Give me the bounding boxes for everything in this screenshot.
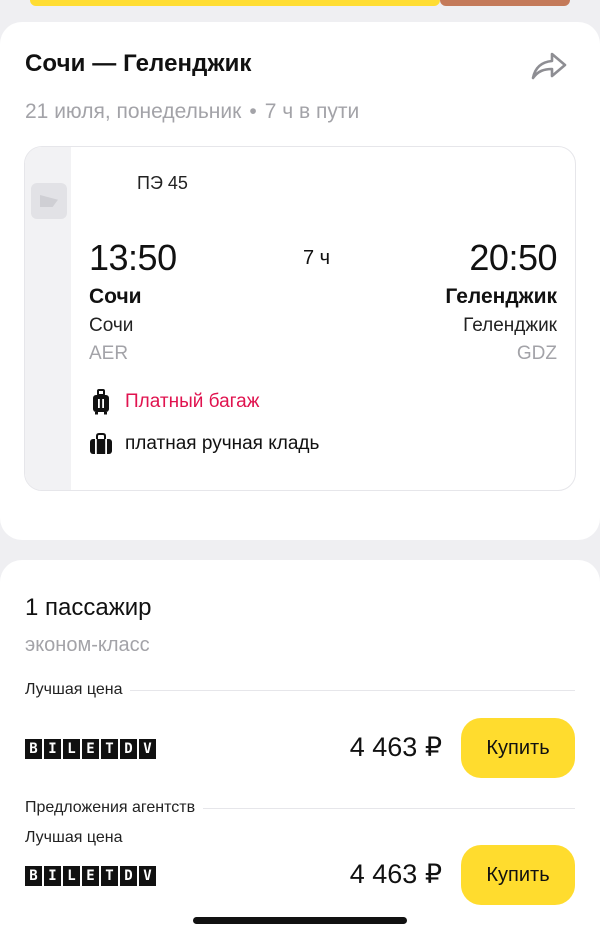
buy-button[interactable]: Купить (461, 845, 575, 905)
arrival-city: Геленджик (445, 285, 557, 308)
route-travel-time: 7 ч в пути (264, 100, 360, 123)
departure-city: Сочи (89, 285, 142, 308)
route-card: Сочи — Геленджик 21 июля, понедельник • 7 … (0, 22, 600, 540)
route-title: Сочи — Геленджик (25, 50, 252, 77)
top-strip (0, 0, 600, 6)
separator-dot: • (249, 100, 257, 123)
passengers-title[interactable]: 1 пассажир (25, 594, 152, 622)
best-price-header: Лучшая цена (25, 680, 575, 700)
buy-button[interactable]: Купить (461, 718, 575, 778)
divider (130, 689, 575, 691)
top-banner-edge (30, 0, 440, 6)
price-card: 1 пассажир эконом-класс Лучшая цена BILE… (0, 560, 600, 936)
airline-strip (25, 147, 71, 490)
offer-row: BILETDV 4 463 ₽ Купить (25, 845, 575, 907)
share-icon[interactable] (530, 50, 568, 82)
offer-price: 4 463 ₽ (349, 732, 442, 762)
route-date: 21 июля, понедельник (25, 100, 242, 123)
arrival-airport: Геленджик (463, 315, 557, 336)
arrival-code: GDZ (516, 343, 557, 364)
flight-segment[interactable]: ПЭ 45 13:50 7 ч 20:50 Сочи Геленджик Соч… (24, 146, 576, 491)
home-indicator[interactable] (193, 917, 407, 924)
arrival-time: 20:50 (469, 237, 557, 278)
departure-time: 13:50 (89, 237, 177, 278)
offer-row: BILETDV 4 463 ₽ Купить (25, 718, 575, 780)
flight-duration: 7 ч (303, 247, 331, 269)
suitcase-icon (89, 389, 113, 415)
divider (203, 807, 575, 809)
offer-price: 4 463 ₽ (349, 859, 442, 889)
seller-logo: BILETDV (25, 866, 158, 886)
hand-luggage-label: платная ручная кладь (125, 433, 320, 454)
best-price-label: Лучшая цена (25, 681, 123, 698)
route-subtitle: 21 июля, понедельник • 7 ч в пути (25, 100, 359, 124)
top-banner-image (440, 0, 570, 6)
seller-logo: BILETDV (25, 739, 158, 759)
agency-offers-label: Предложения агентств (25, 799, 196, 816)
departure-airport: Сочи (89, 315, 134, 336)
hand-luggage-row: платная ручная кладь (89, 431, 319, 457)
airline-logo-icon (31, 183, 67, 219)
flight-number: ПЭ 45 (137, 173, 188, 193)
departure-code: AER (89, 343, 129, 364)
bag-icon (89, 431, 113, 457)
baggage-label: Платный багаж (125, 391, 260, 412)
cabin-class[interactable]: эконом-класс (25, 634, 150, 657)
agency-offers-header: Предложения агентств (25, 798, 575, 818)
baggage-row: Платный багаж (89, 389, 259, 415)
